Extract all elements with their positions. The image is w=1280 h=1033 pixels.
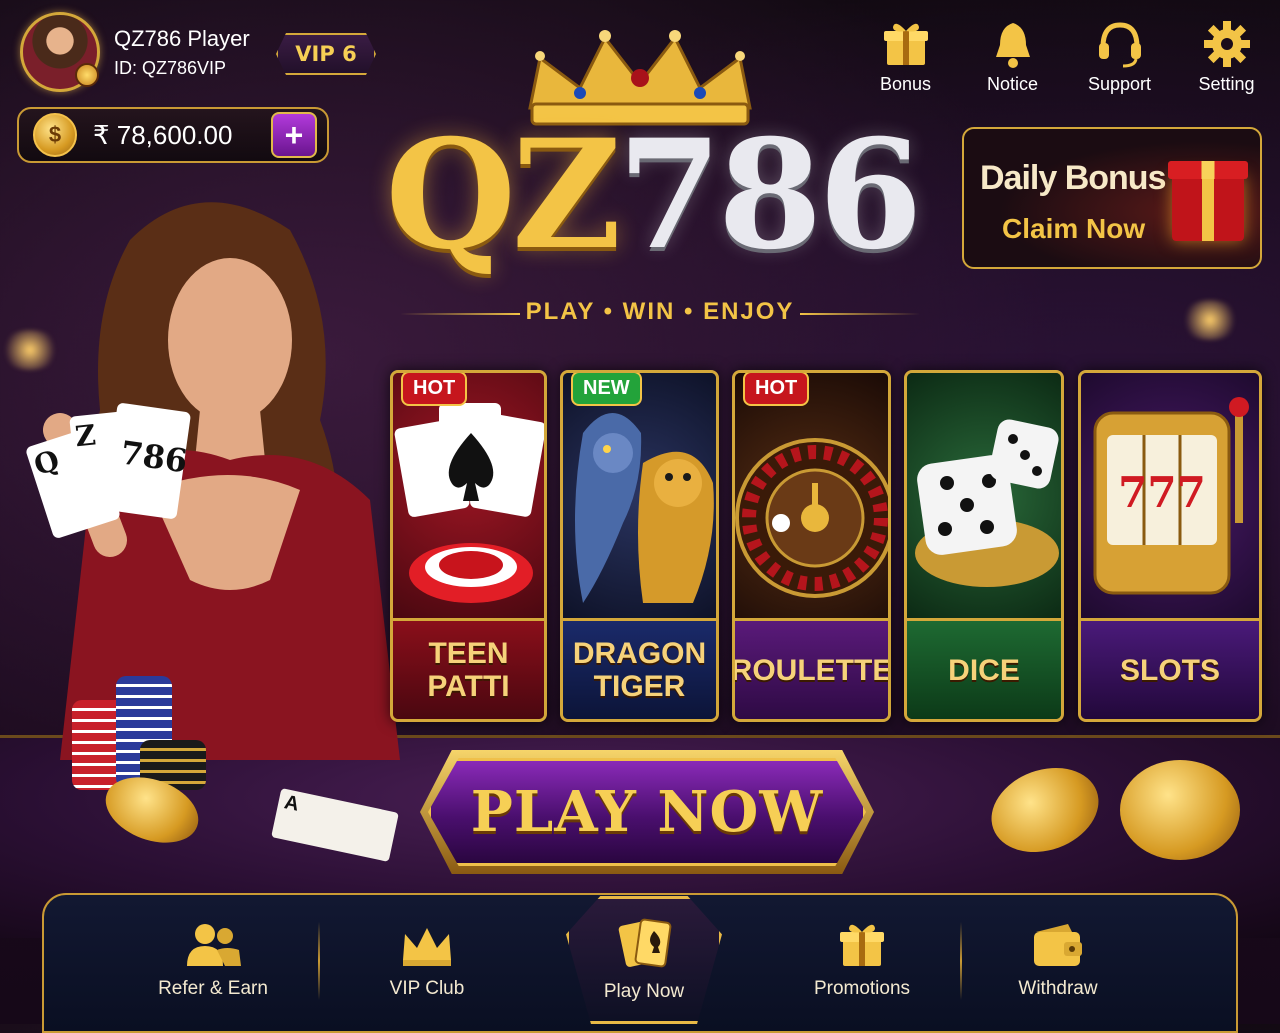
setting-label: Setting [1198, 74, 1255, 94]
game-card-dragon-tiger[interactable]: NEW DRAGON TIGER [560, 370, 719, 722]
logo-part-silver: 786 [617, 107, 923, 283]
withdraw-button[interactable]: Withdraw [978, 920, 1138, 1000]
notice-label: Notice [986, 74, 1039, 94]
slots-art: 777 [1081, 373, 1259, 618]
top-nav: Bonus Notice Support Setting [852, 18, 1280, 95]
brand-logo: QZ786 [372, 120, 932, 270]
coin-icon: $ [33, 113, 77, 157]
cards-icon [569, 917, 719, 973]
game-name-line2: TIGER [593, 670, 686, 703]
player-info: QZ786 Player ID: QZ786VIP [114, 26, 250, 79]
play-now-nav-label: Play Now [603, 981, 685, 1002]
gift-icon [852, 18, 959, 70]
gold-coin [1120, 760, 1240, 860]
background-light [1180, 300, 1240, 340]
withdraw-label: Withdraw [1018, 978, 1098, 999]
roulette-art [735, 373, 888, 618]
logo-part-gold: QZ [385, 107, 621, 283]
bonus-button[interactable]: Bonus [852, 18, 959, 95]
game-name-line1: ROULETTE [732, 653, 891, 687]
balance-amount: ₹ 78,600.00 [93, 119, 233, 150]
game-card-slots[interactable]: 777 SLOTS [1078, 370, 1262, 722]
dragon-tiger-art [563, 373, 716, 618]
game-card-dice[interactable]: DICE [904, 370, 1064, 722]
tagline: PLAY • WIN • ENJOY [400, 298, 920, 326]
game-name-line1: TEEN [428, 637, 509, 670]
avatar[interactable] [20, 12, 100, 92]
playing-card: 786 [102, 402, 192, 520]
wallet-icon [978, 920, 1138, 970]
game-name: SLOTS [1081, 618, 1259, 719]
users-icon [133, 920, 293, 970]
player-name: QZ786 Player [114, 25, 250, 51]
game-card-roulette[interactable]: HOT ROULETTE [732, 370, 891, 722]
player-profile[interactable]: QZ786 Player ID: QZ786VIP [20, 12, 250, 92]
promotions-button[interactable]: Promotions [782, 920, 942, 1000]
player-id: ID: QZ786VIP [114, 57, 227, 78]
refer-earn-button[interactable]: Refer & Earn [133, 920, 293, 1000]
game-name: DICE [907, 618, 1061, 719]
balance-bar: $ ₹ 78,600.00 + [17, 107, 329, 163]
setting-button[interactable]: Setting [1173, 18, 1280, 95]
refer-earn-label: Refer & Earn [158, 978, 268, 999]
game-name: TEEN PATTI [393, 618, 544, 719]
support-label: Support [1087, 74, 1152, 94]
headset-icon [1066, 18, 1173, 70]
avatar-badge-icon [75, 63, 99, 87]
nav-divider [960, 922, 962, 1000]
dice-art [907, 373, 1061, 618]
play-now-nav-button[interactable]: Play Now [566, 896, 722, 1024]
nav-divider [318, 922, 320, 1000]
hot-tag: HOT [743, 373, 810, 406]
game-name: ROULETTE [735, 618, 888, 719]
bell-icon [959, 18, 1066, 70]
vip-level-badge[interactable]: VIP 6 [276, 33, 376, 75]
notice-button[interactable]: Notice [959, 18, 1066, 95]
claim-now-button[interactable]: Claim Now [1002, 213, 1145, 245]
vip-club-label: VIP Club [389, 978, 465, 999]
daily-bonus-title: Daily Bonus [980, 159, 1166, 197]
game-name-line1: SLOTS [1119, 653, 1220, 687]
crown-icon [347, 920, 507, 970]
promotions-label: Promotions [813, 978, 911, 999]
daily-bonus-banner[interactable]: Daily Bonus Claim Now [962, 127, 1262, 269]
bonus-label: Bonus [879, 74, 932, 94]
gear-icon [1173, 18, 1280, 70]
add-funds-button[interactable]: + [271, 112, 317, 158]
game-name-line1: DRAGON [572, 637, 707, 670]
game-name: DRAGON TIGER [563, 618, 716, 719]
new-tag: NEW [571, 373, 642, 406]
game-name-line1: DICE [948, 653, 1020, 687]
hot-tag: HOT [401, 373, 468, 406]
game-name-line2: PATTI [427, 670, 510, 703]
teen-patti-art [393, 373, 544, 618]
support-button[interactable]: Support [1066, 18, 1173, 95]
vip-club-button[interactable]: VIP Club [347, 920, 507, 1000]
game-card-teen-patti[interactable]: HOT TEEN PATTI [390, 370, 547, 722]
gift-box-icon [1168, 161, 1248, 241]
slot-reels-text: 777 [1118, 468, 1206, 517]
play-now-button[interactable]: PLAY NOW [428, 758, 866, 866]
gift-icon [782, 920, 942, 970]
